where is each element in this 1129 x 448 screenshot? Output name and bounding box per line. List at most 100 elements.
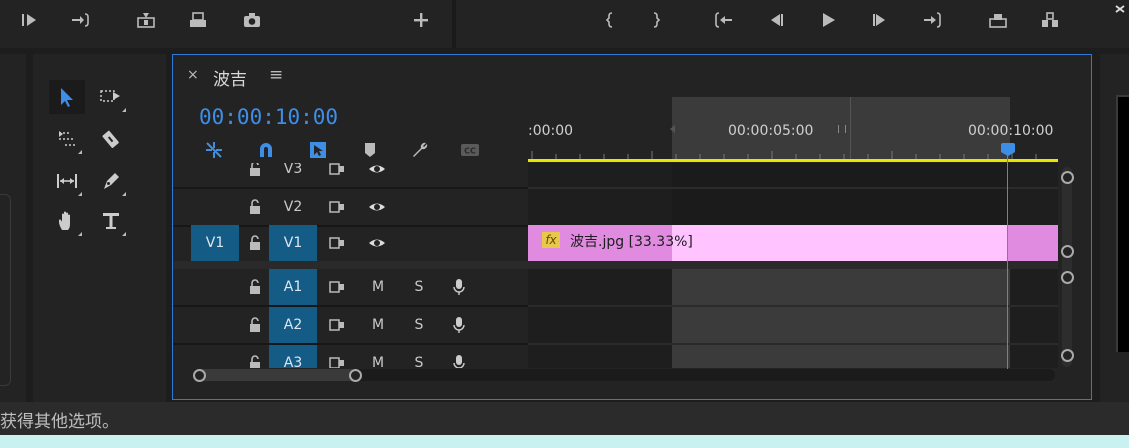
razor-tool[interactable]: [93, 122, 129, 156]
zoom-handle-right[interactable]: [349, 369, 362, 382]
linked-selection-icon[interactable]: [305, 139, 331, 161]
slip-tool[interactable]: [49, 164, 85, 198]
horizontal-zoom-scrollbar[interactable]: [195, 369, 1055, 381]
sync-lock-icon[interactable]: [325, 225, 349, 261]
lock-icon[interactable]: [243, 345, 267, 368]
lift-icon[interactable]: [984, 9, 1012, 31]
razor-icon: [102, 130, 119, 148]
track-header-v2: V2: [173, 189, 528, 225]
track-header-a3: A3 M S: [173, 345, 528, 368]
snap-magnet-icon[interactable]: [253, 139, 279, 161]
captions-cc-icon[interactable]: CC: [457, 139, 483, 161]
scroll-knob[interactable]: [1061, 349, 1074, 362]
sync-lock-icon[interactable]: [325, 163, 349, 187]
play-icon[interactable]: [814, 9, 842, 31]
time-ruler[interactable]: :00:00 00:00:05:00 00:00:10:00: [528, 97, 1058, 163]
microphone-icon[interactable]: [447, 269, 471, 305]
type-tool[interactable]: [93, 204, 129, 238]
eye-icon[interactable]: [365, 189, 389, 225]
track-name-a2[interactable]: A2: [269, 307, 317, 343]
lock-icon[interactable]: [243, 163, 267, 187]
mark-out-brace-icon[interactable]: [642, 9, 670, 31]
lock-icon[interactable]: [243, 269, 267, 305]
clip-label: 波吉.jpg [33.33%]: [570, 234, 693, 250]
solo-button[interactable]: S: [407, 345, 431, 368]
zoom-scroll-thumb[interactable]: [195, 369, 357, 381]
track-header-v3: V3: [173, 163, 528, 187]
go-to-out-point-icon[interactable]: [918, 9, 946, 31]
status-bar: 获得其他选项。: [0, 402, 1129, 435]
eye-icon[interactable]: [365, 225, 389, 261]
track-name-v2[interactable]: V2: [269, 189, 317, 225]
video-clip[interactable]: fx 波吉.jpg [33.33%]: [528, 225, 1058, 261]
ruler-ticks: [531, 151, 1037, 159]
solo-button[interactable]: S: [407, 307, 431, 343]
mute-button[interactable]: M: [366, 307, 390, 343]
video-audio-divider[interactable]: [528, 261, 1058, 269]
sync-lock-icon[interactable]: [325, 269, 349, 305]
playhead-timecode[interactable]: 00:00:10:00: [199, 105, 338, 129]
sequence-tab-title[interactable]: 波吉: [213, 65, 247, 90]
add-marker-icon[interactable]: [357, 139, 383, 161]
ruler-label-5s: 00:00:05:00: [728, 123, 814, 139]
source-patch-v1[interactable]: V1: [191, 225, 239, 261]
pen-tool[interactable]: [93, 164, 129, 198]
track-content-area[interactable]: fx 波吉.jpg [33.33%]: [528, 163, 1058, 368]
selection-tool[interactable]: [49, 80, 85, 114]
tools-panel: [33, 54, 166, 402]
vertical-scrollbar[interactable]: [1062, 167, 1072, 367]
microphone-icon[interactable]: [447, 307, 471, 343]
go-to-in-point-icon[interactable]: [710, 9, 738, 31]
track-name-a3[interactable]: A3: [269, 345, 317, 368]
left-panel: [0, 54, 26, 402]
extract-icon[interactable]: [1036, 9, 1064, 31]
ripple-edit-tool[interactable]: [49, 122, 85, 156]
transport-bar: [0, 0, 1129, 48]
track-name-v1[interactable]: V1: [269, 225, 317, 261]
svg-text:CC: CC: [464, 147, 476, 156]
mute-button[interactable]: M: [366, 269, 390, 305]
track-select-tool[interactable]: [93, 80, 129, 114]
lock-icon[interactable]: [243, 225, 267, 261]
mute-button[interactable]: M: [366, 345, 390, 368]
close-tab-icon[interactable]: ×: [187, 67, 199, 83]
status-text: 获得其他选项。: [0, 412, 119, 432]
sync-lock-icon[interactable]: [325, 307, 349, 343]
panel-menu-icon[interactable]: ≡: [269, 65, 283, 85]
lock-icon[interactable]: [243, 307, 267, 343]
step-back-icon[interactable]: [762, 9, 790, 31]
ruler-label-start: :00:00: [528, 123, 574, 139]
hand-tool[interactable]: [49, 204, 85, 238]
taskbar-strip: [0, 435, 1129, 448]
eye-icon[interactable]: [365, 163, 389, 187]
nest-sequence-icon[interactable]: [201, 139, 227, 161]
insert-icon[interactable]: [132, 9, 160, 31]
mark-in-brace-icon[interactable]: [596, 9, 624, 31]
track-headers: V3 V2 V1 V1 A1 M S A2 M S A3 M S: [173, 163, 528, 368]
scroll-knob[interactable]: [1061, 171, 1074, 184]
scroll-knob[interactable]: [1061, 245, 1074, 258]
work-area-shade-audio: [672, 269, 1010, 368]
fx-badge: fx: [542, 232, 560, 248]
video-audio-divider[interactable]: [173, 261, 528, 269]
microphone-icon[interactable]: [447, 345, 471, 368]
overwrite-icon[interactable]: [184, 9, 212, 31]
sync-lock-icon[interactable]: [325, 345, 349, 368]
ruler-label-10s: 00:00:10:00: [968, 123, 1054, 139]
panel-menu-icon[interactable]: [1108, 0, 1129, 22]
playhead-line[interactable]: [1007, 143, 1008, 369]
lock-icon[interactable]: [243, 189, 267, 225]
mark-in-icon[interactable]: [16, 9, 44, 31]
add-button-icon[interactable]: [407, 9, 435, 31]
export-frame-camera-icon[interactable]: [238, 9, 266, 31]
zoom-handle-left[interactable]: [193, 369, 206, 382]
go-to-in-icon[interactable]: [66, 9, 94, 31]
timeline-settings-wrench-icon[interactable]: [407, 139, 433, 161]
step-forward-icon[interactable]: [866, 9, 894, 31]
sync-lock-icon[interactable]: [325, 189, 349, 225]
solo-button[interactable]: S: [407, 269, 431, 305]
track-select-icon: [100, 90, 120, 102]
scroll-knob[interactable]: [1061, 271, 1074, 284]
track-name-a1[interactable]: A1: [269, 269, 317, 305]
track-name-v3[interactable]: V3: [269, 163, 317, 187]
